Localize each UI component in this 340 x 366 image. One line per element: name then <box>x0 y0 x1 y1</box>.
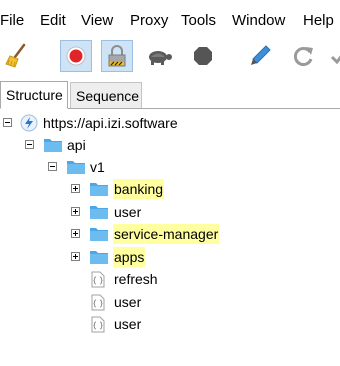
host-label: https://api.izi.software <box>43 115 178 131</box>
folder-label-api: api <box>67 137 86 153</box>
compose-button[interactable] <box>244 40 276 72</box>
check-icon <box>330 55 340 65</box>
folder-icon <box>90 206 108 219</box>
record-icon <box>66 46 86 66</box>
json-file-icon <box>91 316 105 333</box>
tree-row-user-endpoint[interactable]: user <box>0 313 340 335</box>
record-button[interactable] <box>60 40 92 72</box>
validate-button[interactable] <box>326 40 340 72</box>
menu-help[interactable]: Help <box>303 12 334 30</box>
pen-icon <box>251 45 271 65</box>
stop-hexagon-icon <box>194 47 212 65</box>
collapse-toggle[interactable] <box>3 118 12 127</box>
tree-row-user[interactable]: user <box>0 201 340 223</box>
view-tabs: Structure Sequence <box>0 80 340 109</box>
turtle-icon <box>149 51 172 65</box>
json-file-icon <box>91 294 105 311</box>
tree-row-v1[interactable]: v1 <box>0 156 340 178</box>
lightning-globe-icon <box>20 114 38 132</box>
tree-row-service-manager[interactable]: service-manager <box>0 223 340 245</box>
lock-icon <box>108 45 126 67</box>
endpoint-label-user: user <box>114 294 142 310</box>
menu-file[interactable]: File <box>0 12 24 30</box>
menu-window[interactable]: Window <box>232 12 285 30</box>
collapse-toggle[interactable] <box>48 162 57 171</box>
collapse-toggle[interactable] <box>25 140 34 149</box>
menu-proxy[interactable]: Proxy <box>130 12 168 30</box>
menu-edit[interactable]: Edit <box>40 12 66 30</box>
toolbar <box>0 38 340 76</box>
tree-row-apps[interactable]: apps <box>0 246 340 268</box>
folder-icon <box>90 228 108 241</box>
expand-toggle[interactable] <box>71 184 80 193</box>
tab-structure[interactable]: Structure <box>0 81 68 109</box>
tree-row-user-endpoint[interactable]: user <box>0 291 340 313</box>
folder-icon <box>44 139 62 152</box>
endpoint-label-user: user <box>114 316 142 332</box>
tree-row-host[interactable]: https://api.izi.software <box>0 112 340 134</box>
expand-toggle[interactable] <box>71 252 80 261</box>
folder-label-service-manager: service-manager <box>113 224 220 244</box>
menu-tools[interactable]: Tools <box>181 12 216 30</box>
repeat-button[interactable] <box>287 40 319 72</box>
tree-row-api[interactable]: api <box>0 134 340 156</box>
broom-icon <box>5 43 26 68</box>
folder-label-user: user <box>114 204 142 220</box>
json-file-icon <box>91 271 105 288</box>
refresh-icon <box>293 47 313 66</box>
tree-row-refresh[interactable]: refresh <box>0 268 340 290</box>
tree-row-banking[interactable]: banking <box>0 178 340 200</box>
folder-icon <box>67 161 85 174</box>
breakpoints-button[interactable] <box>187 40 219 72</box>
clear-button[interactable] <box>2 40 34 72</box>
folder-icon <box>90 183 108 196</box>
folder-label-banking: banking <box>113 179 165 199</box>
expand-toggle[interactable] <box>71 229 80 238</box>
expand-toggle[interactable] <box>71 207 80 216</box>
folder-icon <box>90 251 108 264</box>
tab-sequence[interactable]: Sequence <box>70 82 142 108</box>
folder-label-apps: apps <box>113 247 146 267</box>
ssl-proxy-button[interactable] <box>101 40 133 72</box>
structure-tree: https://api.izi.software api v1 banking <box>0 109 340 366</box>
folder-label-v1: v1 <box>90 159 105 175</box>
menu-view[interactable]: View <box>81 12 113 30</box>
throttle-button[interactable] <box>143 40 175 72</box>
menu-bar: File Edit View Proxy Tools Window Help <box>0 0 340 38</box>
endpoint-label-refresh: refresh <box>114 271 158 287</box>
